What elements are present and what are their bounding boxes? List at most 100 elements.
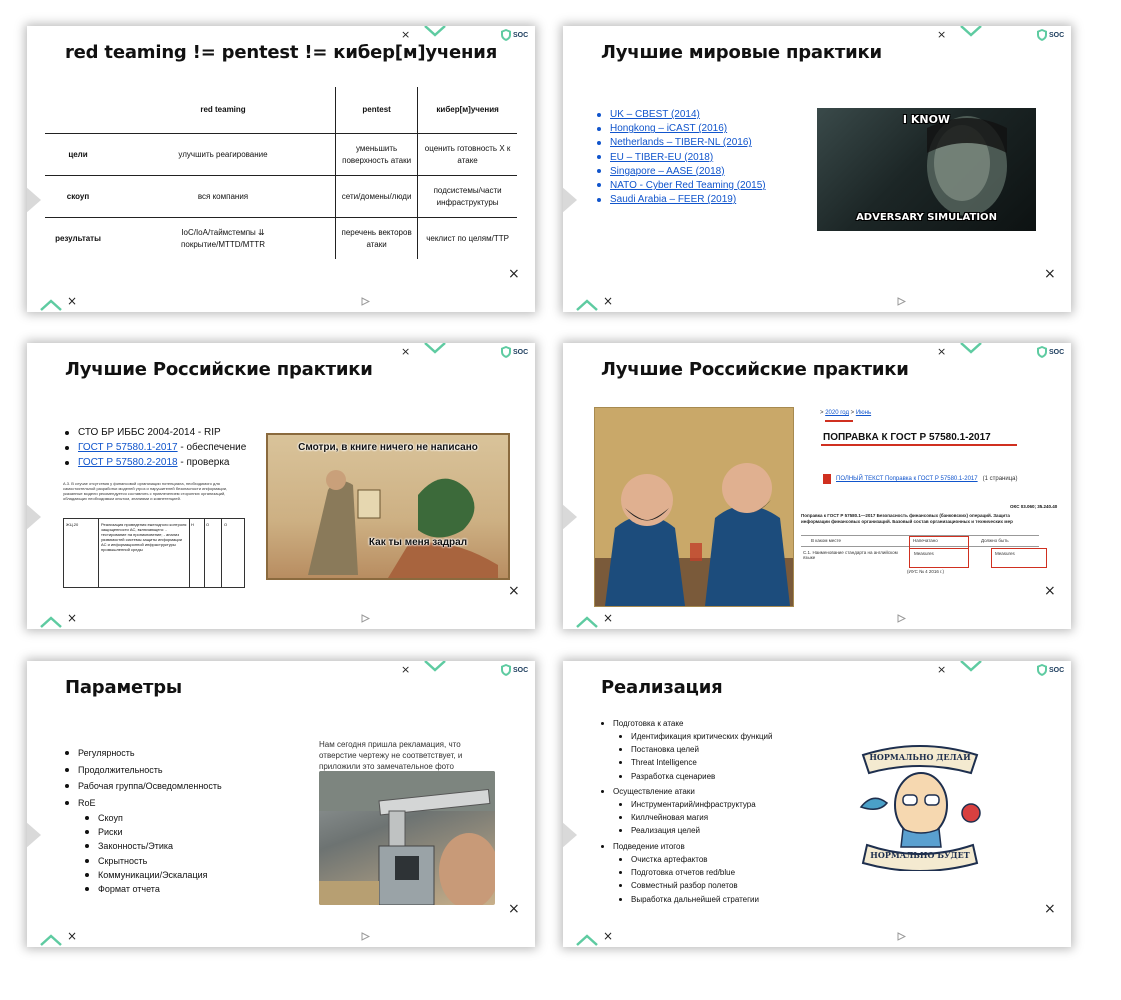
practice-link[interactable]: UK – CBEST (2014) (610, 109, 700, 120)
bullet-icon (619, 774, 622, 778)
bullet-icon (601, 845, 604, 849)
list-item[interactable]: EU – TIBER-EU (2018) (597, 152, 766, 163)
close-icon[interactable]: × (401, 664, 410, 675)
phase-label: Подведение итогов (613, 842, 685, 852)
close-icon[interactable]: × (67, 612, 77, 624)
list-item: Подготовка к атаке (601, 717, 683, 730)
laughing-sailors-image (594, 407, 794, 607)
standard-link[interactable]: ГОСТ Р 57580.1-2017 (78, 442, 178, 453)
highlight-box (909, 548, 969, 568)
close-icon[interactable]: × (1044, 267, 1056, 281)
practice-link[interactable]: EU – TIBER-EU (2018) (610, 152, 713, 163)
list-item[interactable]: ГОСТ Р 57580.1-2017 - обеспечение (65, 442, 246, 453)
list-item[interactable]: Hongkong – iCAST (2016) (597, 123, 766, 134)
list-item: Идентификация критических функций (619, 730, 773, 743)
table-footer: (ИУС № 4 2016 г.) (907, 569, 945, 574)
slide-title: Лучшие Российские практики (601, 359, 909, 380)
close-icon[interactable]: × (937, 664, 946, 675)
close-icon[interactable]: × (67, 295, 77, 307)
close-icon[interactable]: × (508, 902, 520, 916)
close-icon[interactable]: × (508, 267, 520, 281)
bullet-icon (619, 829, 622, 833)
doc-link-row[interactable]: ПОЛНЫЙ ТЕКСТ Поправка к ГОСТ Р 57580.1-2… (823, 474, 1017, 484)
list-item[interactable]: NATO - Cyber Red Teaming (2015) (597, 180, 766, 191)
list-item: Регулярность (65, 745, 222, 762)
breadcrumb-year-link[interactable]: 2020 год (825, 410, 849, 416)
play-icon[interactable] (361, 297, 370, 306)
bullet-icon (65, 784, 69, 789)
play-icon[interactable] (897, 614, 906, 623)
manuscript-illustration (308, 470, 498, 578)
phase-sublist: Инструментарий/инфраструктура Киллчейнов… (619, 798, 756, 838)
table-row: результаты IoC/IoA/таймстемпы ⇊ покрытие… (45, 217, 517, 259)
chevron-up-icon (40, 299, 62, 311)
doc-link[interactable]: ПОЛНЫЙ ТЕКСТ Поправка к ГОСТ Р 57580.1-2… (836, 476, 978, 482)
list-item[interactable]: Singapore – AASE (2018) (597, 166, 766, 177)
list-item[interactable]: Saudi Arabia – FEER (2019) (597, 194, 766, 205)
meme-image: I KNOW ADVERSARY SIMULATION (817, 108, 1036, 231)
bullet-icon (601, 790, 604, 794)
list-item: Формат отчета (85, 882, 208, 896)
manuscript-meme-image: Смотри, в книге ничего не написано Как т… (266, 433, 510, 580)
table-header: pentest (334, 87, 418, 134)
close-icon[interactable]: × (67, 930, 77, 942)
close-icon[interactable]: × (508, 584, 520, 598)
practice-link[interactable]: Singapore – AASE (2018) (610, 166, 725, 177)
close-icon[interactable]: × (603, 612, 613, 624)
list-item: Киллчейновая магия (619, 811, 756, 824)
slide-implementation[interactable]: × SOC Реализация Подготовка к атаке Иден… (563, 661, 1071, 947)
soc-logo: SOC (501, 346, 528, 358)
close-icon[interactable]: × (603, 930, 613, 942)
close-icon[interactable]: × (937, 346, 946, 357)
standard-table: ЖЦ.20 Реализация проведения ежегодного к… (63, 518, 245, 588)
bullet-icon (619, 748, 622, 752)
close-icon[interactable]: × (1044, 902, 1056, 916)
play-icon[interactable] (897, 932, 906, 941)
close-icon[interactable]: × (603, 295, 613, 307)
list-item[interactable]: ГОСТ Р 57580.2-2018 - проверка (65, 457, 246, 468)
close-icon[interactable]: × (1044, 584, 1056, 598)
practice-link[interactable]: Hongkong – iCAST (2016) (610, 123, 727, 134)
table-cell: С.1. Наименование стандарта на английско… (803, 550, 898, 560)
shield-icon (1037, 664, 1047, 676)
phase-list: Подготовка к атаке (601, 717, 683, 730)
standard-link[interactable]: ГОСТ Р 57580.2-2018 (78, 457, 178, 468)
bullet-icon (85, 830, 89, 835)
oks-code: ОКС 03.060; 35.240.40 (1010, 504, 1058, 509)
list-item: Threat Intelligence (619, 756, 773, 769)
table-cell: чеклист по целям/TTP (417, 217, 517, 259)
list-item: Совместный разбор полетов (619, 879, 759, 892)
close-icon[interactable]: × (401, 346, 410, 357)
nav-arrow-icon (563, 187, 577, 213)
table-divider (98, 519, 99, 587)
bullet-icon (619, 884, 622, 888)
phase-step: Киллчейновая магия (631, 813, 709, 823)
practice-link[interactable]: NATO - Cyber Red Teaming (2015) (610, 180, 766, 191)
practice-link[interactable]: Netherlands – TIBER-NL (2016) (610, 137, 752, 148)
play-icon[interactable] (361, 614, 370, 623)
list-item[interactable]: Netherlands – TIBER-NL (2016) (597, 137, 766, 148)
list-item: Подготовка отчетов red/blue (619, 866, 759, 879)
slide-title: red teaming != pentest != кибер[м]учения (65, 42, 498, 63)
list-item: Инструментарий/инфраструктура (619, 798, 756, 811)
practice-link[interactable]: Saudi Arabia – FEER (2019) (610, 194, 736, 205)
chevron-down-icon (424, 26, 446, 37)
slide-title: Реализация (601, 677, 723, 698)
play-icon[interactable] (361, 932, 370, 941)
play-icon[interactable] (897, 297, 906, 306)
table-header: В каком месте (811, 538, 842, 543)
standard-excerpt: А.3. В случае отсутствия у финансовой ор… (63, 481, 228, 501)
slide-parameters[interactable]: × SOC Параметры Регулярность Продолжител… (27, 661, 535, 947)
list-item: Очистка артефактов (619, 853, 759, 866)
logo-text: SOC (1049, 31, 1065, 39)
slide-russian-practices-2[interactable]: × SOC Лучшие Российские практики > 2020 … (563, 343, 1071, 629)
breadcrumb-month-link[interactable]: Июнь (856, 410, 871, 416)
close-icon[interactable]: × (401, 29, 410, 40)
close-icon[interactable]: × (937, 29, 946, 40)
slide-russian-practices-1[interactable]: × SOC Лучшие Российские практики СТО БР … (27, 343, 535, 629)
list-item: Скрытность (85, 854, 208, 868)
slide-world-practices[interactable]: × SOC Лучшие мировые практики UK – CBEST… (563, 26, 1071, 312)
bullet-icon (597, 140, 601, 145)
list-item[interactable]: UK – CBEST (2014) (597, 109, 766, 120)
slide-red-teaming[interactable]: × SOC red teaming != pentest != кибер[м]… (27, 26, 535, 312)
